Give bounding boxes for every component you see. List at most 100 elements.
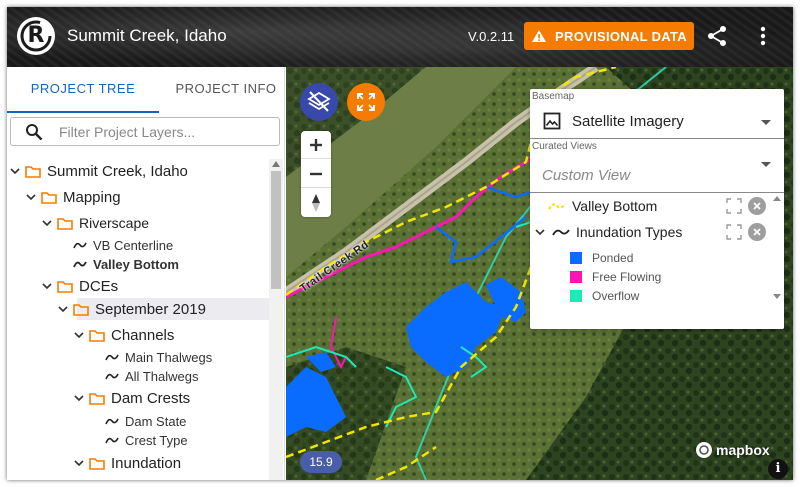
tree-layer-dam-state[interactable]: Dam State	[105, 411, 186, 431]
logo-letter: R	[27, 23, 45, 48]
toggle-layers-button[interactable]	[300, 83, 338, 121]
mapbox-icon	[696, 442, 712, 458]
scroll-arrows-icon[interactable]	[770, 193, 784, 329]
zoom-in-button[interactable]	[301, 131, 331, 159]
filter-layers-input[interactable]	[59, 122, 269, 142]
tree-layer-valley-bottom[interactable]: Valley Bottom	[73, 254, 179, 274]
chevron-down-icon[interactable]	[57, 303, 69, 315]
line-layer-icon	[105, 354, 119, 361]
layer-row-valley-bottom[interactable]: Valley Bottom	[548, 195, 657, 217]
share-icon[interactable]	[706, 25, 728, 47]
image-icon	[543, 112, 561, 130]
zoom-to-layer-icon[interactable]	[726, 198, 742, 214]
basemap-value: Satellite Imagery	[572, 113, 684, 130]
tree-item-label: DCEs	[79, 277, 119, 295]
scroll-up-arrow-icon[interactable]	[272, 161, 280, 167]
legend-label: Free Flowing	[592, 270, 662, 284]
search-icon	[26, 124, 43, 141]
chevron-down-icon[interactable]	[41, 280, 53, 292]
layer-panel: Basemap Satellite Imagery Curated Views …	[530, 89, 784, 329]
legend-scrollbar[interactable]	[770, 193, 784, 329]
folder-icon	[73, 303, 89, 316]
scrollbar-thumb[interactable]	[271, 171, 281, 289]
folder-icon	[57, 280, 73, 293]
provisional-data-button[interactable]: PROVISIONAL DATA	[524, 22, 694, 50]
app-logo[interactable]: R	[17, 17, 55, 55]
zoom-level-badge: 15.9	[300, 451, 342, 473]
legend-label: Overflow	[592, 289, 640, 303]
map-view[interactable]: Trail Creek Rd 15.9 mapbox i Basemap Sat…	[286, 67, 793, 480]
remove-layer-icon[interactable]	[748, 223, 766, 241]
tree-item-channels[interactable]: Channels	[73, 325, 174, 345]
app-header: R Summit Creek, Idaho V.0.2.11 PROVISION…	[7, 7, 793, 67]
dropdown-arrow-icon	[761, 120, 771, 125]
chevron-down-icon[interactable]	[73, 329, 85, 341]
mapbox-attribution-logo[interactable]: mapbox	[696, 440, 770, 460]
chevron-down-icon[interactable]	[73, 392, 85, 404]
folder-icon	[25, 165, 41, 178]
tree-item-label: Inundation	[111, 454, 182, 472]
app-title: Summit Creek, Idaho	[67, 26, 227, 45]
plus-icon	[310, 139, 322, 151]
tree-layer-crest-type[interactable]: Crest Type	[105, 430, 188, 450]
remove-layer-icon[interactable]	[748, 197, 766, 215]
legend-swatch	[570, 290, 582, 302]
curated-views-select[interactable]: Custom View	[530, 153, 784, 193]
legend-swatch	[570, 271, 582, 283]
line-layer-icon	[105, 418, 119, 425]
tree-item-root[interactable]: Summit Creek, Idaho	[9, 161, 188, 181]
tree-item-label: Valley Bottom	[93, 256, 179, 272]
basemap-select[interactable]: Satellite Imagery	[530, 103, 784, 139]
dropdown-arrow-icon	[761, 162, 771, 167]
tree-item-september-2019[interactable]: September 2019	[57, 299, 206, 319]
folder-icon	[57, 217, 73, 230]
zoom-out-button[interactable]	[301, 160, 331, 188]
tree-item-inundation[interactable]: Inundation	[73, 453, 181, 473]
layers-off-icon	[307, 91, 331, 112]
curated-views-label: Curated Views	[532, 141, 597, 152]
fullscreen-button[interactable]	[347, 83, 385, 121]
layer-legend: Valley Bottom Inundation Types Ponded Fr…	[530, 193, 784, 329]
reset-bearing-button[interactable]	[301, 189, 331, 217]
compass-icon	[312, 194, 320, 212]
curated-view-value: Custom View	[542, 167, 631, 184]
tree-item-riverscape[interactable]: Riverscape	[41, 213, 149, 233]
legend-item-free-flowing: Free Flowing	[570, 268, 661, 286]
tree-scrollbar[interactable]	[269, 159, 283, 480]
line-layer-icon	[105, 437, 119, 444]
zoom-control	[301, 131, 331, 217]
project-tree: Summit Creek, Idaho Mapping Riverscape V…	[7, 159, 269, 480]
chevron-down-icon[interactable]	[25, 191, 37, 203]
tree-layer-vb-centerline[interactable]: VB Centerline	[73, 235, 173, 255]
project-sidebar: PROJECT TREE PROJECT INFO Summit Creek, …	[7, 67, 285, 480]
chevron-down-icon[interactable]	[41, 217, 53, 229]
map-info-button[interactable]: i	[768, 459, 788, 479]
provisional-data-label: PROVISIONAL DATA	[555, 28, 687, 44]
tree-item-dam-crests[interactable]: Dam Crests	[73, 388, 190, 408]
folder-icon	[89, 329, 105, 342]
folder-icon	[89, 392, 105, 405]
tab-project-info[interactable]: PROJECT INFO	[167, 67, 284, 113]
line-layer-icon	[73, 242, 87, 249]
legend-label: Ponded	[592, 251, 634, 265]
tree-item-label: Dam Crests	[111, 389, 191, 407]
tree-item-mapping[interactable]: Mapping	[25, 187, 121, 207]
chevron-down-icon[interactable]	[534, 226, 546, 238]
tree-layer-all-thalwegs[interactable]: All Thalwegs	[105, 366, 198, 386]
filter-box	[10, 117, 280, 146]
tree-item-label: Crest Type	[125, 432, 188, 448]
zoom-to-layer-icon[interactable]	[726, 224, 742, 240]
tree-layer-main-thalwegs[interactable]: Main Thalwegs	[105, 347, 212, 367]
mapbox-label: mapbox	[716, 442, 770, 458]
layer-label: Valley Bottom	[572, 198, 658, 214]
tree-item-label: Main Thalwegs	[125, 349, 213, 365]
layer-row-inundation-types[interactable]: Inundation Types	[534, 221, 682, 243]
warning-icon	[532, 30, 547, 42]
folder-icon	[41, 191, 57, 204]
legend-swatch	[570, 252, 582, 264]
tree-item-dces[interactable]: DCEs	[41, 276, 118, 296]
more-vert-icon[interactable]	[753, 25, 773, 47]
tab-project-tree[interactable]: PROJECT TREE	[7, 67, 159, 113]
chevron-down-icon[interactable]	[73, 457, 85, 469]
chevron-down-icon[interactable]	[9, 165, 21, 177]
